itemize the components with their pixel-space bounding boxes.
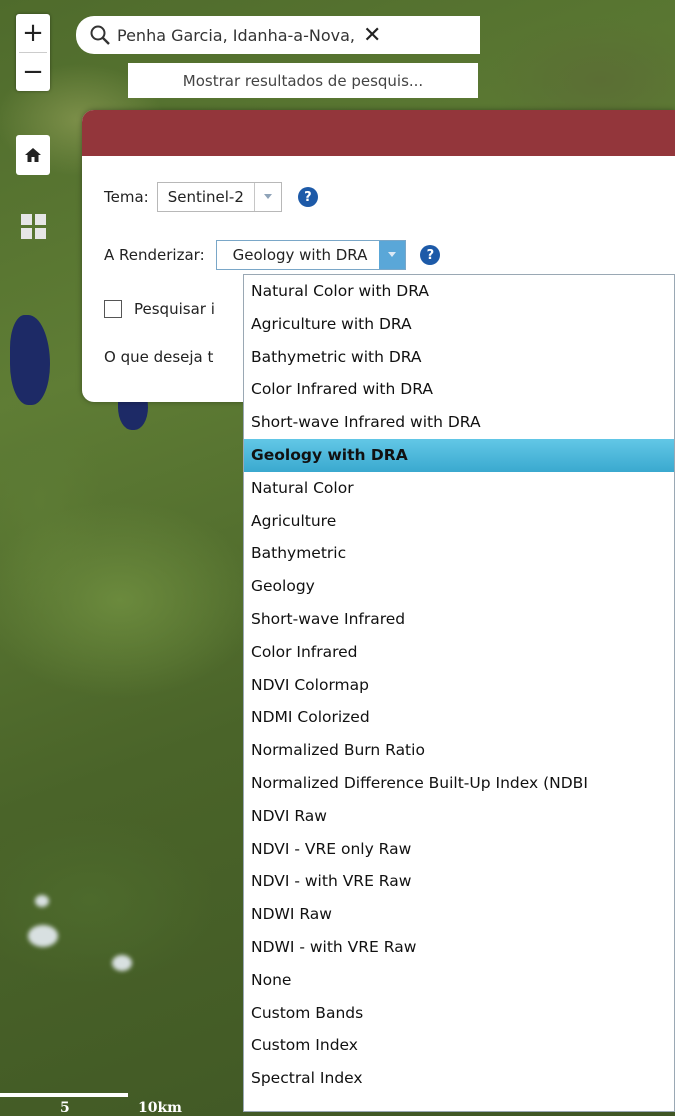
dropdown-option[interactable]: NDWI - with VRE Raw [244,931,674,964]
what-row: O que deseja t [104,348,213,366]
dropdown-option[interactable]: Natural Color with DRA [244,275,674,308]
cloud [35,895,49,907]
dropdown-option[interactable]: Agriculture [244,505,674,538]
tema-row: Tema: Sentinel-2 ? [104,182,318,212]
search-images-row: Pesquisar i [104,300,215,318]
grid-icon[interactable] [21,214,47,240]
dropdown-option[interactable]: Agriculture with DRA [244,308,674,341]
dropdown-option[interactable]: NDVI - VRE only Raw [244,833,674,866]
dropdown-option[interactable]: NDVI - with VRE Raw [244,865,674,898]
dropdown-option[interactable]: Normalized Burn Ratio [244,734,674,767]
cloud [28,925,58,947]
cloud [112,955,132,971]
search-box[interactable]: Penha Garcia, Idanha-a-Nova, ✕ [76,16,480,54]
dropdown-option[interactable]: NDWI Raw [244,898,674,931]
dropdown-option[interactable]: Short-wave Infrared with DRA [244,406,674,439]
zoom-out-button[interactable]: − [16,53,50,91]
scale-label-5: 5 [60,1100,70,1116]
help-icon[interactable]: ? [420,245,441,265]
chevron-down-icon [379,241,406,269]
panel-header [82,110,675,156]
dropdown-option[interactable]: None [244,964,674,997]
zoom-control: + − [16,14,50,91]
dropdown-option[interactable]: Geology with DRA [244,438,674,472]
tema-label: Tema: [104,188,149,206]
render-value: Geology with DRA [232,246,368,264]
dropdown-option[interactable]: Color Infrared with DRA [244,373,674,406]
dropdown-option[interactable]: Geology [244,570,674,603]
render-label: A Renderizar: [104,246,205,264]
scale-label-10km: 10km [138,1100,182,1116]
dropdown-option[interactable]: Short-wave Infrared [244,603,674,636]
dropdown-option[interactable]: NDVI Raw [244,800,674,833]
renderer-dropdown-list[interactable]: Natural Color with DRA Agriculture with D… [243,274,675,1112]
home-icon [25,148,41,162]
tema-select[interactable]: Sentinel-2 [156,182,282,212]
dropdown-option[interactable]: Custom Index [244,1029,674,1062]
scale-bar: 5 10km [0,1080,240,1116]
what-label: O que deseja t [104,348,214,366]
render-row: A Renderizar: Geology with DRA ? [104,240,441,270]
dropdown-option[interactable]: Bathymetric with DRA [244,341,674,374]
search-images-label: Pesquisar i [134,300,215,318]
tema-value: Sentinel-2 [167,188,244,206]
clear-icon[interactable]: ✕ [363,23,381,48]
dropdown-option[interactable]: Spectral Index [244,1062,674,1095]
help-icon[interactable]: ? [297,187,318,207]
dropdown-option[interactable]: NDVI Colormap [244,669,674,702]
dropdown-option[interactable]: NDMI Colorized [244,701,674,734]
dropdown-option[interactable]: Color Infrared [244,636,674,669]
home-button[interactable] [16,135,50,175]
search-suggestion[interactable]: Mostrar resultados de pesquis... [128,63,478,98]
render-select[interactable]: Geology with DRA [215,240,407,270]
search-images-checkbox[interactable] [104,300,122,318]
chevron-down-icon [253,183,281,211]
zoom-in-button[interactable]: + [16,14,50,52]
dropdown-option[interactable]: Bathymetric [244,537,674,570]
scale-line [0,1093,128,1097]
dropdown-option[interactable]: Natural Color [244,472,674,505]
search-icon [90,25,110,45]
dropdown-option[interactable]: Normalized Difference Built-Up Index (ND… [244,767,674,800]
search-input[interactable]: Penha Garcia, Idanha-a-Nova, [117,26,355,45]
lake [10,315,50,405]
dropdown-option[interactable]: Custom Bands [244,997,674,1030]
